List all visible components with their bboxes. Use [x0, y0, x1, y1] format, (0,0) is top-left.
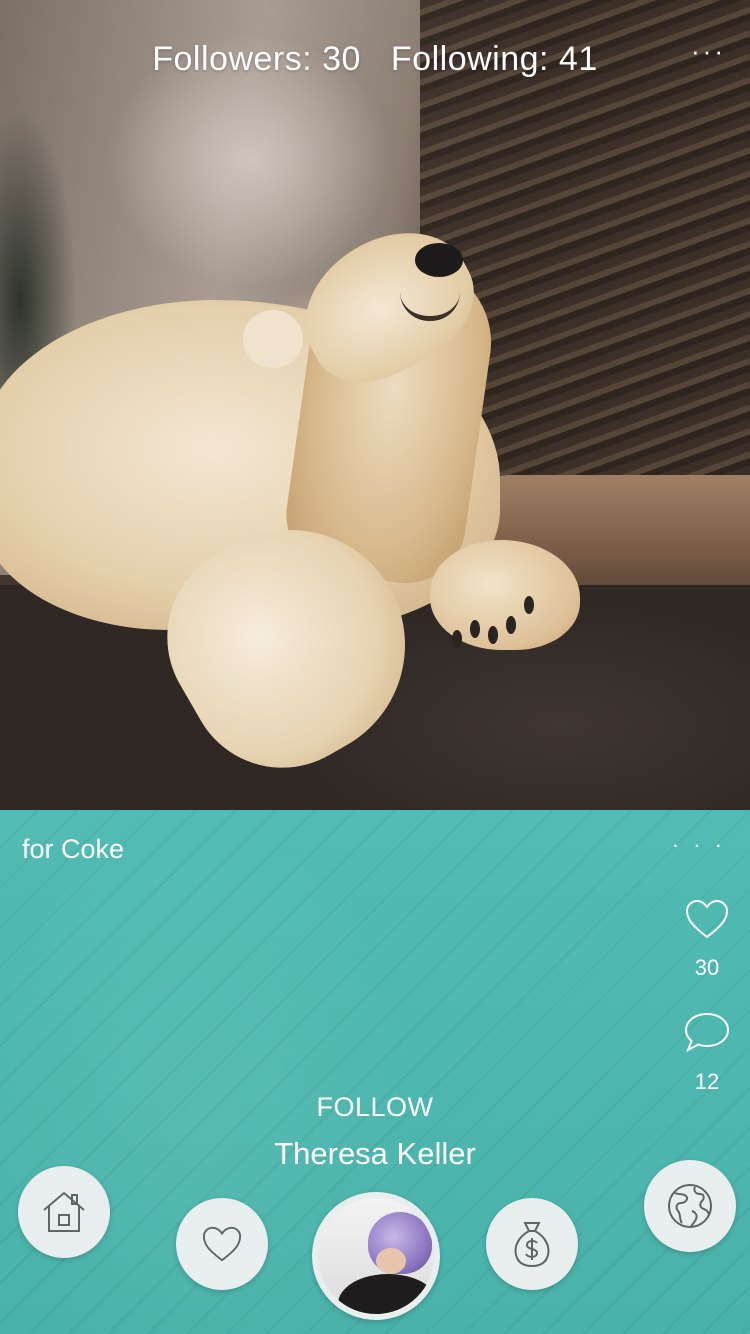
heart-icon	[202, 1226, 242, 1262]
bear-ear	[243, 310, 303, 368]
follow-button[interactable]: FOLLOW	[0, 1092, 750, 1123]
speech-bubble-icon[interactable]	[683, 1010, 731, 1054]
bear-claw	[452, 630, 462, 648]
nav-home-button[interactable]	[18, 1166, 110, 1258]
hero-photo[interactable]: Followers: 30 Following: 41 ···	[0, 0, 750, 810]
follow-stats: Followers: 30 Following: 41	[0, 40, 750, 79]
nav-explore-button[interactable]	[644, 1160, 736, 1252]
author-name[interactable]: Theresa Keller	[0, 1136, 750, 1172]
bear-claw	[470, 620, 480, 638]
nav-money-button[interactable]	[486, 1198, 578, 1290]
comment-action[interactable]: 12	[682, 1010, 732, 1095]
avatar-body	[338, 1274, 434, 1314]
bear-claw	[488, 626, 498, 644]
nav-favorites-button[interactable]	[176, 1198, 268, 1290]
like-action[interactable]: 30	[682, 898, 732, 981]
bear-claw	[524, 596, 534, 614]
following-count[interactable]: Following: 41	[391, 40, 598, 78]
like-count: 30	[694, 955, 720, 980]
house-icon	[43, 1191, 85, 1232]
followers-count[interactable]: Followers: 30	[152, 40, 361, 78]
heart-icon[interactable]	[684, 898, 730, 940]
post-more-button[interactable]: · · ·	[672, 832, 726, 858]
globe-icon	[668, 1184, 712, 1228]
bear-nose	[415, 243, 463, 277]
bear-claw	[506, 616, 516, 634]
post-caption: for Coke	[22, 834, 125, 864]
profile-more-button[interactable]: ···	[676, 36, 726, 66]
money-bag-icon	[514, 1222, 550, 1268]
nav-profile-button[interactable]	[312, 1192, 440, 1320]
avatar	[318, 1198, 434, 1314]
avatar-face	[376, 1248, 406, 1274]
